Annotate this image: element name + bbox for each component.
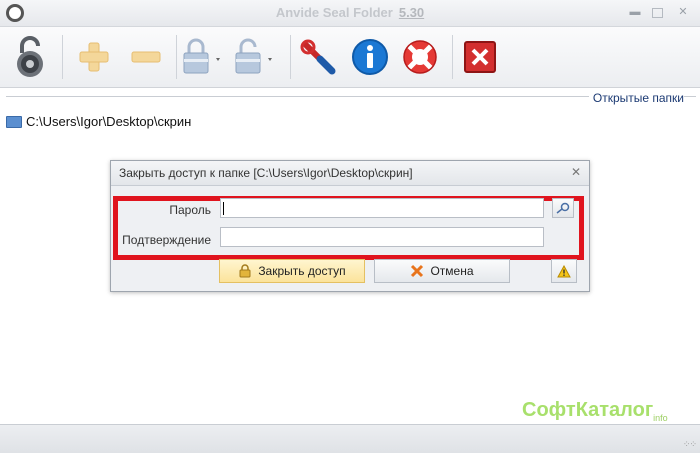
- show-password-button[interactable]: [552, 198, 574, 218]
- lock-access-button[interactable]: Закрыть доступ: [219, 259, 365, 283]
- close-icon[interactable]: ✕: [571, 165, 581, 179]
- settings-button[interactable]: [296, 33, 340, 81]
- password-input[interactable]: [220, 198, 544, 218]
- window-title: Anvide Seal Folder 5.30: [0, 5, 700, 20]
- maximize-icon[interactable]: [652, 8, 663, 18]
- close-icon[interactable]: ✕: [676, 5, 690, 19]
- toolbar: [0, 27, 700, 88]
- folder-path: C:\Users\Igor\Desktop\скрин: [26, 114, 192, 129]
- cancel-label: Отмена: [430, 264, 474, 278]
- folder-list-item[interactable]: C:\Users\Igor\Desktop\скрин: [6, 114, 191, 129]
- confirm-input[interactable]: [220, 227, 544, 247]
- cancel-button[interactable]: Отмена: [374, 259, 510, 283]
- help-icon: [403, 40, 437, 74]
- lock-folder-dialog: Закрыть доступ к папке [C:\Users\Igor\De…: [110, 160, 590, 292]
- warning-button[interactable]: [551, 259, 577, 283]
- info-button[interactable]: [348, 33, 392, 81]
- lock-access-label: Закрыть доступ: [258, 264, 346, 278]
- lock-icon: [238, 264, 252, 278]
- key-icon: [556, 202, 570, 214]
- remove-folder-button[interactable]: [124, 33, 168, 81]
- confirm-label: Подтверждение: [122, 233, 211, 247]
- window-title-text: Anvide Seal Folder: [275, 5, 393, 20]
- folder-icon: [6, 115, 22, 128]
- title-bar: Anvide Seal Folder 5.30 ▬ ✕: [0, 0, 700, 27]
- unlock-folder-icon: [235, 38, 272, 74]
- exit-button[interactable]: [458, 33, 502, 81]
- dialog-title-bar: Закрыть доступ к папке [C:\Users\Igor\De…: [111, 161, 589, 186]
- warning-icon: [557, 264, 571, 277]
- info-icon: [352, 39, 388, 75]
- unlock-folder-button[interactable]: [232, 33, 276, 81]
- toolbar-separator: [290, 35, 291, 79]
- watermark-text: СофтКаталог: [522, 399, 654, 421]
- status-bar: ⁘⁘: [0, 424, 700, 453]
- help-button[interactable]: [398, 33, 442, 81]
- lock-folder-button[interactable]: [180, 33, 224, 81]
- remove-folder-icon: [131, 51, 161, 63]
- add-folder-icon: [79, 42, 109, 72]
- watermark-suffix: info: [653, 413, 668, 423]
- lock-app-button[interactable]: [8, 33, 52, 81]
- window-version: 5.30: [398, 5, 425, 20]
- exit-icon: [464, 41, 496, 73]
- toolbar-separator: [176, 35, 177, 79]
- open-folders-label: Открытые папки: [588, 91, 684, 105]
- resize-grip-icon[interactable]: ⁘⁘: [683, 439, 697, 450]
- add-folder-button[interactable]: [72, 33, 116, 81]
- dialog-title: Закрыть доступ к папке [C:\Users\Igor\De…: [119, 166, 413, 180]
- minimize-icon[interactable]: ▬: [628, 5, 642, 19]
- toolbar-separator: [452, 35, 453, 79]
- cancel-icon: [410, 264, 424, 278]
- password-label: Пароль: [169, 203, 211, 217]
- lock-app-icon: [17, 36, 43, 77]
- toolbar-separator: [62, 35, 63, 79]
- lock-folder-icon: [183, 38, 220, 74]
- watermark: СофтКаталогinfo: [522, 399, 668, 423]
- settings-icon: [300, 39, 336, 75]
